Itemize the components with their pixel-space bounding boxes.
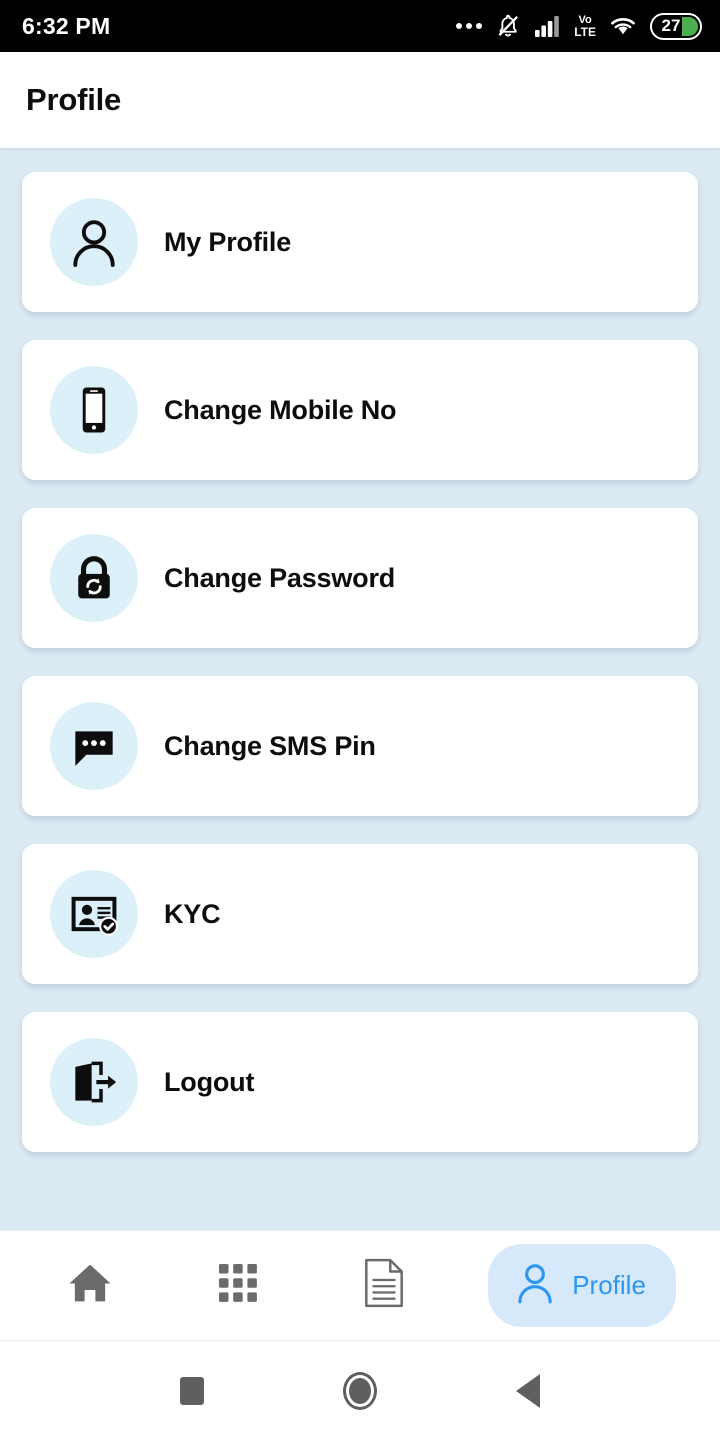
- smartphone-icon: [50, 366, 138, 454]
- page-title: Profile: [26, 82, 122, 117]
- wifi-icon: [609, 14, 637, 38]
- lock-refresh-icon: [50, 534, 138, 622]
- grid-apps-icon: [217, 1262, 259, 1309]
- menu-item-change-sms-pin[interactable]: Change SMS Pin: [22, 676, 698, 816]
- menu-item-label: Change Mobile No: [164, 394, 397, 425]
- menu-item-change-mobile-no[interactable]: Change Mobile No: [22, 340, 698, 480]
- nav-item-apps[interactable]: [196, 1248, 280, 1323]
- person-outline-icon: [510, 1258, 560, 1313]
- menu-item-my-profile[interactable]: My Profile: [22, 172, 698, 312]
- nav-item-documents[interactable]: [340, 1243, 428, 1328]
- menu-list: My Profile Change Mobile No Change Passw…: [0, 148, 720, 1230]
- back-triangle-icon[interactable]: [516, 1373, 541, 1408]
- menu-item-label: My Profile: [164, 226, 292, 257]
- menu-item-change-password[interactable]: Change Password: [22, 508, 698, 648]
- person-outline-icon: [50, 198, 138, 286]
- volte-icon: Vo LTE: [574, 13, 596, 39]
- nav-item-profile[interactable]: Profile: [488, 1244, 676, 1327]
- home-icon: [64, 1257, 116, 1314]
- status-bar: 6:32 PM Vo LTE 27: [0, 0, 720, 52]
- status-bar-time: 6:32 PM: [22, 12, 111, 39]
- battery-icon: 27: [650, 12, 702, 40]
- document-icon: [360, 1257, 408, 1314]
- status-bar-icons: Vo LTE 27: [456, 12, 702, 40]
- phone-screen: 6:32 PM Vo LTE 27 Profile My Profile Cha…: [0, 0, 720, 1440]
- menu-item-label: KYC: [164, 898, 221, 929]
- menu-item-label: Change SMS Pin: [164, 730, 376, 761]
- chat-bubble-dots-icon: [50, 702, 138, 790]
- signal-bars-icon: [534, 14, 561, 38]
- volte-top-label: Vo: [578, 13, 592, 26]
- volte-bottom-label: LTE: [574, 24, 596, 39]
- menu-item-label: Change Password: [164, 562, 396, 593]
- menu-item-logout[interactable]: Logout: [22, 1012, 698, 1152]
- android-navigation-bar: [0, 1340, 720, 1440]
- bottom-navigation: Profile: [0, 1230, 720, 1340]
- nav-item-home[interactable]: [44, 1243, 136, 1328]
- home-circle-icon[interactable]: [342, 1371, 377, 1410]
- recents-square-icon[interactable]: [179, 1376, 204, 1405]
- more-dots-icon: [456, 23, 483, 29]
- app-bar: Profile: [0, 52, 720, 148]
- menu-item-kyc[interactable]: KYC: [22, 844, 698, 984]
- menu-item-label: Logout: [164, 1066, 255, 1097]
- exit-door-arrow-icon: [50, 1038, 138, 1126]
- id-card-verified-icon: [50, 870, 138, 958]
- bell-muted-icon: [495, 13, 521, 39]
- nav-item-profile-label: Profile: [572, 1270, 646, 1300]
- battery-percent-label: 27: [661, 16, 681, 35]
